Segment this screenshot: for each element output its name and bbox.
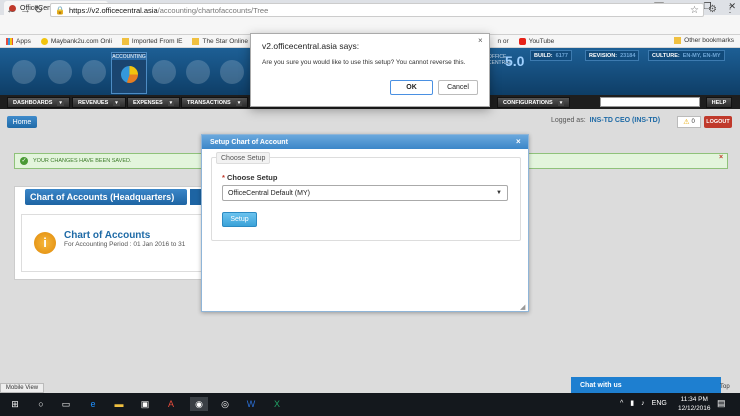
mobile-view-button[interactable]: Mobile View bbox=[0, 383, 44, 393]
dropdown-icon: ▾ bbox=[557, 99, 565, 106]
volume-icon[interactable]: ♪ bbox=[641, 400, 645, 407]
folder-icon bbox=[121, 37, 129, 45]
url-text: https://v2.officecentral.asia/accounting… bbox=[68, 5, 269, 15]
address-bar-row bbox=[0, 15, 740, 35]
coa-period: For Accounting Period : 01 Jan 2016 to 3… bbox=[64, 241, 186, 248]
selected-option: OfficeCentral Default (MY) bbox=[228, 189, 310, 197]
file-explorer-icon[interactable]: ▬ bbox=[112, 397, 126, 411]
logged-user: INS-TD CEO (INS-TD) bbox=[589, 117, 661, 124]
taskbar-clock[interactable]: 11:34 PM 12/12/2016 bbox=[678, 395, 711, 413]
nav-search-input[interactable] bbox=[600, 97, 700, 107]
url-input[interactable]: 🔒 https://v2.officecentral.asia/accounti… bbox=[50, 3, 704, 17]
confirm-message: Are you sure you would like to use this … bbox=[262, 59, 466, 66]
store-icon[interactable]: ▣ bbox=[138, 397, 152, 411]
setup-modal-title: Setup Chart of Account bbox=[202, 135, 528, 149]
task-view-icon[interactable]: ▭ bbox=[59, 397, 73, 411]
reload-icon[interactable]: ↻ bbox=[34, 4, 43, 16]
folder-icon bbox=[192, 37, 200, 45]
brand-version: 5.0 bbox=[505, 53, 525, 69]
module-chat-icon[interactable] bbox=[220, 60, 244, 84]
bookmark-star-icon[interactable]: ☆ bbox=[690, 5, 699, 16]
other-bookmarks[interactable]: Other bookmarks bbox=[674, 37, 734, 44]
bookmark-youtube[interactable]: YouTube bbox=[518, 37, 554, 45]
nav-revenues[interactable]: REVENUES ▾ bbox=[72, 97, 126, 108]
pie-chart-icon bbox=[121, 66, 138, 83]
dropdown-icon: ▾ bbox=[57, 99, 64, 106]
nav-dashboards[interactable]: DASHBOARDS ▾ bbox=[7, 97, 70, 108]
revision-badge: REVISION: 23184 bbox=[585, 50, 640, 61]
excel-icon[interactable]: X bbox=[270, 397, 284, 411]
module-monitor-icon[interactable] bbox=[12, 60, 36, 84]
logged-as: Logged as: INS-TD CEO (INS-TD) bbox=[551, 117, 661, 124]
bookmark-the-star[interactable]: The Star Online | bbox=[192, 37, 252, 45]
ok-button[interactable]: OK bbox=[390, 80, 433, 95]
confirm-close-icon[interactable]: × bbox=[478, 36, 483, 45]
warnings-badge[interactable]: ⚠ 0 bbox=[677, 116, 701, 128]
youtube-icon bbox=[518, 37, 526, 45]
folder-icon bbox=[674, 37, 682, 44]
info-icon: i bbox=[34, 232, 56, 254]
to-top-link[interactable]: Top bbox=[720, 384, 730, 390]
module-mail-icon[interactable] bbox=[82, 60, 106, 84]
home-button[interactable]: Home bbox=[7, 116, 37, 128]
chat-widget[interactable]: Chat with us bbox=[571, 377, 721, 393]
choose-setup-select[interactable]: OfficeCentral Default (MY) ▼ bbox=[222, 185, 508, 201]
maybank-icon bbox=[40, 37, 48, 45]
module-document-icon[interactable] bbox=[152, 60, 176, 84]
coa-title[interactable]: Chart of Accounts bbox=[64, 230, 150, 241]
help-button[interactable]: HELP bbox=[706, 97, 732, 108]
notification-icon[interactable]: ▤ bbox=[717, 398, 726, 409]
resize-handle-icon[interactable]: ◢ bbox=[520, 303, 525, 311]
nav-transactions[interactable]: TRANSACTIONS ▾ bbox=[181, 97, 249, 108]
module-people-icon[interactable] bbox=[48, 60, 72, 84]
check-icon: ✓ bbox=[20, 157, 28, 165]
dropdown-icon: ▾ bbox=[113, 99, 120, 106]
dropdown-icon: ▾ bbox=[167, 99, 175, 106]
build-badge: BUILD: 6177 bbox=[530, 50, 572, 61]
alert-message: YOUR CHANGES HAVE BEEN SAVED. bbox=[33, 158, 132, 164]
coa-panel-title: Chart of Accounts (Headquarters) bbox=[25, 189, 187, 205]
bookmark-apps[interactable]: Apps bbox=[6, 37, 31, 45]
extension-buttons: ⚙ ⋮ bbox=[708, 4, 735, 15]
bookmark-maybank[interactable]: Maybank2u.com Onli bbox=[40, 37, 112, 45]
chevron-down-icon: ▼ bbox=[496, 190, 502, 196]
chrome-menu-icon[interactable]: ⋮ bbox=[725, 4, 735, 15]
search-icon[interactable]: ○ bbox=[34, 397, 48, 411]
edge-icon[interactable]: e bbox=[86, 397, 100, 411]
acrobat-icon[interactable]: A bbox=[164, 397, 178, 411]
bookmark-other-site[interactable]: n or bbox=[498, 38, 509, 45]
logout-button[interactable]: LOGOUT bbox=[704, 116, 732, 128]
bookmark-imported-ie[interactable]: Imported From IE bbox=[121, 37, 182, 45]
culture-badge: CULTURE: EN-MY, EN-MY bbox=[648, 50, 725, 61]
extension-icon[interactable]: ⚙ bbox=[708, 4, 717, 15]
confirm-title: v2.officecentral.asia says: bbox=[262, 41, 360, 51]
apps-grid-icon bbox=[6, 37, 13, 45]
forward-icon[interactable]: → bbox=[20, 4, 31, 16]
cancel-button[interactable]: Cancel bbox=[438, 80, 478, 95]
warning-icon: ⚠ bbox=[683, 119, 690, 126]
nav-configurations[interactable]: CONFIGURATIONS ▾ bbox=[497, 97, 571, 108]
back-icon[interactable]: ← bbox=[6, 4, 17, 16]
dropdown-icon: ▾ bbox=[235, 99, 243, 106]
secure-lock-icon: 🔒 bbox=[55, 5, 65, 15]
choose-setup-label: * Choose Setup bbox=[222, 173, 278, 182]
keyboard-language[interactable]: ENG bbox=[652, 400, 667, 407]
app-icon[interactable]: ◎ bbox=[218, 397, 232, 411]
system-tray: ^ ▮ ♪ ENG bbox=[620, 399, 667, 408]
fieldset-legend: Choose Setup bbox=[216, 152, 271, 164]
chrome-icon[interactable]: ◉ bbox=[190, 397, 208, 411]
word-icon[interactable]: W bbox=[244, 397, 258, 411]
setup-button[interactable]: Setup bbox=[222, 212, 257, 227]
module-globe-icon[interactable] bbox=[186, 60, 210, 84]
module-accounting[interactable]: ACCOUNTING bbox=[111, 52, 147, 94]
alert-close-icon[interactable]: × bbox=[719, 154, 723, 161]
nav-expenses[interactable]: EXPENSES ▾ bbox=[127, 97, 181, 108]
windows-start-icon[interactable]: ⊞ bbox=[8, 397, 22, 411]
modal-close-icon[interactable]: × bbox=[516, 137, 521, 146]
chevron-up-icon[interactable]: ^ bbox=[620, 400, 623, 407]
network-icon[interactable]: ▮ bbox=[630, 399, 634, 407]
